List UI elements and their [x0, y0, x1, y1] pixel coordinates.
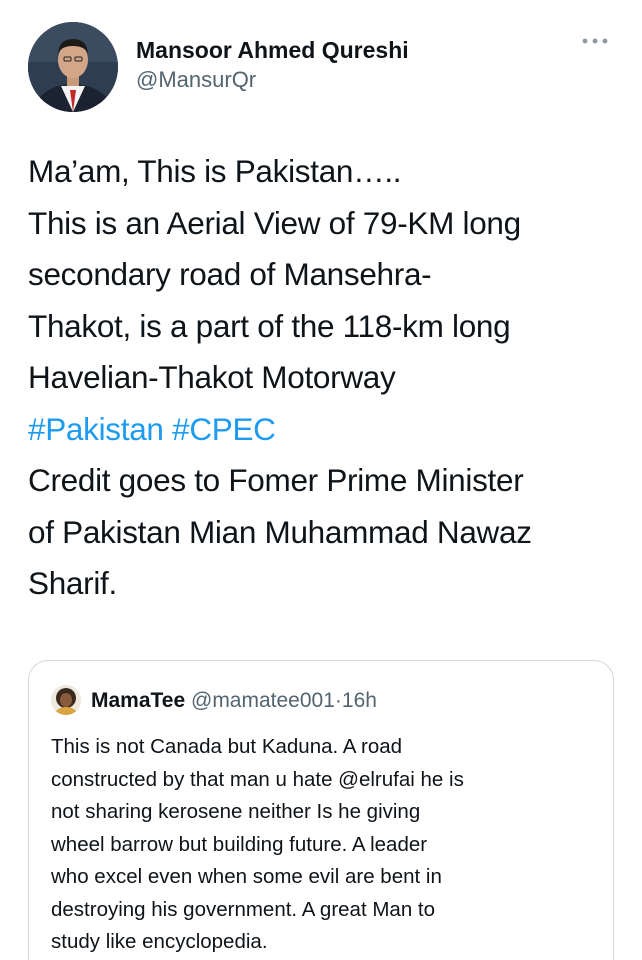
tweet-line: This is an Aerial View of 79-KM long [28, 204, 521, 241]
quoted-tweet-body: This is not Canada but Kaduna. A road co… [51, 731, 591, 959]
quoted-tweet-line: This is not Canada but Kaduna. A road [51, 735, 403, 758]
quoted-tweet-meta: MamaTee @mamatee001·16h [91, 687, 377, 715]
quoted-author-avatar[interactable] [51, 685, 81, 715]
tweet-body: Ma’am, This is Pakistan….. This is an Ae… [28, 146, 628, 610]
avatar-portrait [28, 22, 118, 112]
quoted-tweet-line: not sharing kerosene neither Is he givin… [51, 800, 421, 823]
quoted-author-handle[interactable]: @mamatee001 [191, 689, 335, 712]
meta-separator: · [334, 689, 342, 712]
tweet-header: Mansoor Ahmed Qureshi @MansurQr [28, 22, 614, 114]
quoted-tweet-line: who excel even when some evil are bent i… [51, 865, 442, 888]
tweet-line: Havelian-Thakot Motorway [28, 359, 396, 395]
author-info[interactable]: Mansoor Ahmed Qureshi @MansurQr [136, 36, 409, 94]
quoted-tweet-line: constructed by that man u hate @elrufai … [51, 767, 464, 791]
tweet-page: Mansoor Ahmed Qureshi @MansurQr Ma’am, T… [0, 0, 642, 960]
tweet-line: of Pakistan Mian Muhammad Nawaz [28, 513, 532, 550]
tweet-line: secondary road of Mansehra- [28, 256, 432, 292]
tweet-line: Credit goes to Fomer Prime Minister [28, 462, 524, 498]
quoted-author-name[interactable]: MamaTee [91, 689, 185, 712]
quoted-avatar-portrait [51, 685, 81, 715]
quoted-tweet-line: destroying his government. A great Man t… [51, 897, 436, 921]
quoted-tweet-card[interactable]: MamaTee @mamatee001·16h This is not Cana… [28, 660, 614, 960]
tweet-line: Sharif. [28, 565, 117, 601]
quoted-tweet-time[interactable]: 16h [342, 689, 377, 712]
more-dots-icon[interactable] [580, 34, 610, 48]
hashtag-pakistan-link[interactable]: #Pakistan [28, 411, 164, 447]
hashtag-line: #Pakistan #CPEC [28, 404, 628, 456]
tweet-line: Ma’am, This is Pakistan….. [28, 153, 402, 189]
author-display-name[interactable]: Mansoor Ahmed Qureshi [136, 36, 409, 64]
quoted-tweet-line: wheel barrow but building future. A lead… [51, 832, 428, 856]
quoted-tweet-line: study like encyclopedia. [51, 930, 268, 953]
tweet-line: Thakot, is a part of the 118-km long [28, 307, 511, 344]
author-avatar[interactable] [28, 22, 118, 112]
hashtag-cpec-link[interactable]: #CPEC [172, 411, 276, 447]
author-handle[interactable]: @MansurQr [136, 66, 409, 94]
